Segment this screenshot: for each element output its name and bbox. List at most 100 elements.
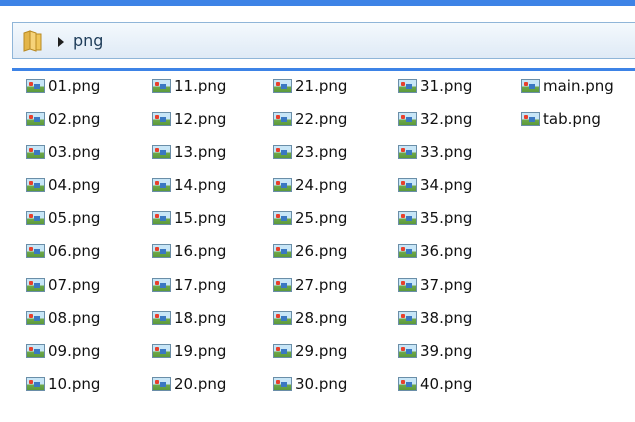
image-file-icon [398,278,417,292]
file-item[interactable]: 29.png [273,339,347,363]
image-file-icon [26,311,45,325]
file-name: 22.png [295,110,348,128]
file-item[interactable]: 25.png [273,206,347,230]
image-file-icon [26,79,45,93]
file-name: 10.png [48,375,101,393]
image-file-icon [152,278,171,292]
file-name: 16.png [174,242,227,260]
file-item[interactable]: 18.png [152,306,226,330]
file-item[interactable]: 27.png [273,273,347,297]
file-name: 18.png [174,309,227,327]
file-item[interactable]: 38.png [398,306,472,330]
file-name: 37.png [420,276,473,294]
file-name: 07.png [48,276,101,294]
file-item[interactable]: 22.png [273,107,347,131]
file-item[interactable]: 37.png [398,273,472,297]
file-name: 19.png [174,342,227,360]
image-file-icon [398,145,417,159]
file-name: 01.png [48,77,101,95]
file-item[interactable]: 36.png [398,239,472,263]
file-name: tab.png [543,110,601,128]
file-item[interactable]: 40.png [398,372,472,396]
file-item[interactable]: 09.png [26,339,100,363]
file-item[interactable]: 05.png [26,206,100,230]
image-file-icon [152,178,171,192]
file-name: 29.png [295,342,348,360]
file-name: 20.png [174,375,227,393]
file-item[interactable]: 12.png [152,107,226,131]
file-item[interactable]: 31.png [398,74,472,98]
file-name: 40.png [420,375,473,393]
file-item[interactable]: 23.png [273,140,347,164]
file-name: 28.png [295,309,348,327]
file-name: 21.png [295,77,348,95]
file-item[interactable]: 03.png [26,140,100,164]
file-item[interactable]: 21.png [273,74,347,98]
image-file-icon [26,178,45,192]
file-item[interactable]: main.png [521,74,614,98]
file-item[interactable]: 39.png [398,339,472,363]
file-item[interactable]: 07.png [26,273,100,297]
image-file-icon [273,244,292,258]
file-item[interactable]: 35.png [398,206,472,230]
file-item[interactable]: 15.png [152,206,226,230]
file-name: 11.png [174,77,227,95]
file-item[interactable]: 34.png [398,173,472,197]
file-item[interactable]: 24.png [273,173,347,197]
file-item[interactable]: 10.png [26,372,100,396]
file-item[interactable]: 13.png [152,140,226,164]
image-file-icon [521,112,540,126]
file-item[interactable]: 28.png [273,306,347,330]
file-item[interactable]: 30.png [273,372,347,396]
image-file-icon [398,344,417,358]
image-file-icon [26,211,45,225]
file-item[interactable]: 14.png [152,173,226,197]
file-name: 38.png [420,309,473,327]
file-name: 25.png [295,209,348,227]
file-name: 02.png [48,110,101,128]
image-file-icon [26,278,45,292]
image-file-icon [26,145,45,159]
file-item[interactable]: 20.png [152,372,226,396]
file-item[interactable]: 16.png [152,239,226,263]
file-item[interactable]: 33.png [398,140,472,164]
file-item[interactable]: tab.png [521,107,601,131]
image-file-icon [152,211,171,225]
image-file-icon [273,178,292,192]
image-file-icon [273,79,292,93]
image-file-icon [273,112,292,126]
file-item[interactable]: 01.png [26,74,100,98]
file-name: 24.png [295,176,348,194]
file-item[interactable]: 02.png [26,107,100,131]
image-file-icon [152,344,171,358]
file-name: 33.png [420,143,473,161]
image-file-icon [273,211,292,225]
file-item[interactable]: 06.png [26,239,100,263]
image-file-icon [398,377,417,391]
image-file-icon [26,112,45,126]
image-file-icon [152,112,171,126]
image-file-icon [398,112,417,126]
file-name: 15.png [174,209,227,227]
image-file-icon [26,377,45,391]
image-file-icon [398,211,417,225]
file-item[interactable]: 08.png [26,306,100,330]
image-file-icon [152,79,171,93]
image-file-icon [521,79,540,93]
file-item[interactable]: 19.png [152,339,226,363]
file-item[interactable]: 17.png [152,273,226,297]
file-name: 36.png [420,242,473,260]
image-file-icon [152,145,171,159]
image-file-icon [26,244,45,258]
file-name: 26.png [295,242,348,260]
file-item[interactable]: 26.png [273,239,347,263]
file-item[interactable]: 04.png [26,173,100,197]
file-name: 31.png [420,77,473,95]
file-name: 30.png [295,375,348,393]
file-name: 06.png [48,242,101,260]
file-item[interactable]: 11.png [152,74,226,98]
image-file-icon [152,244,171,258]
file-name: 13.png [174,143,227,161]
file-item[interactable]: 32.png [398,107,472,131]
file-name: 39.png [420,342,473,360]
